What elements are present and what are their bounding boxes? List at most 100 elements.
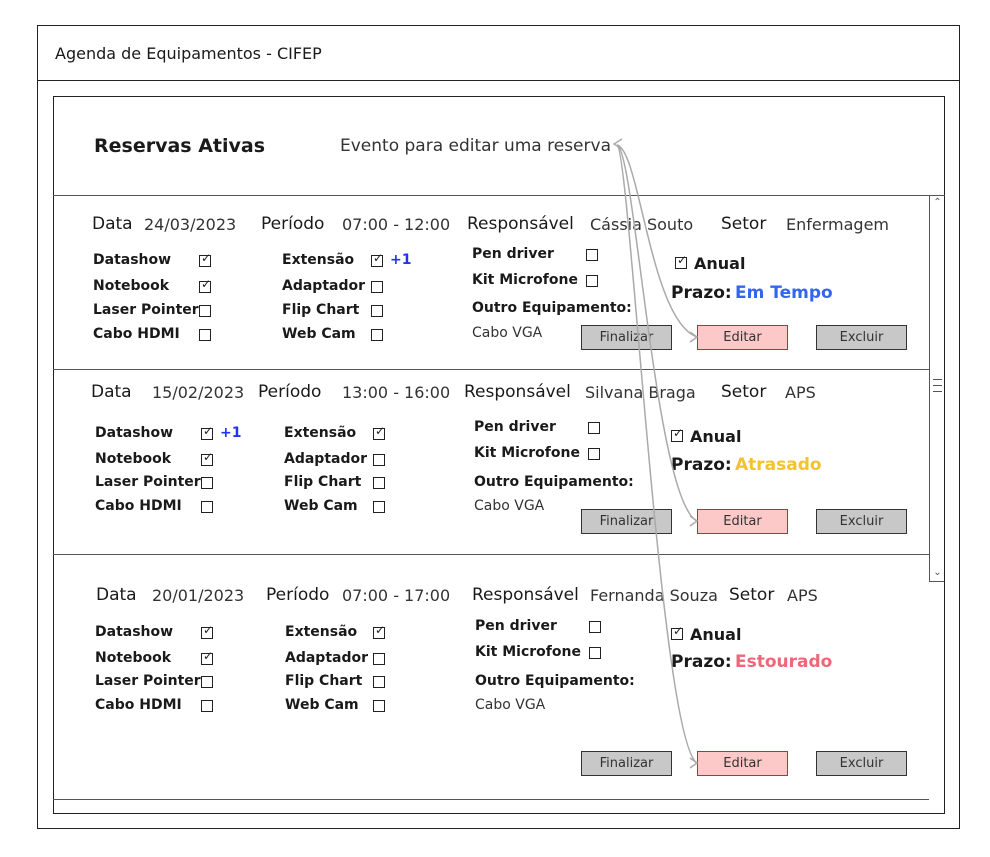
editar-button[interactable]: Editar xyxy=(697,751,788,776)
other-equipment-value: Cabo VGA xyxy=(474,498,545,514)
plus-one-badge: +1 xyxy=(220,425,242,441)
equipment-label-notebook: Notebook xyxy=(95,650,172,666)
responsavel-label: Responsável xyxy=(464,382,571,402)
prazo-label: Prazo: xyxy=(671,283,732,303)
periodo-label: Período xyxy=(266,585,330,605)
checkbox-pen-driver[interactable] xyxy=(589,621,601,633)
checkbox-extensao[interactable] xyxy=(373,623,385,639)
reservation-date: 24/03/2023 xyxy=(144,215,237,234)
equipment-label-extensao: Extensão xyxy=(284,425,357,441)
editar-button[interactable]: Editar xyxy=(697,509,788,534)
excluir-button[interactable]: Excluir xyxy=(816,509,907,534)
checkbox-kit-microfone[interactable] xyxy=(586,275,598,287)
setor-label: Setor xyxy=(729,585,775,605)
checkbox-datashow[interactable] xyxy=(201,424,213,440)
other-equipment-value: Cabo VGA xyxy=(472,325,543,341)
checkbox-flip-chart[interactable] xyxy=(373,676,385,688)
checkbox-web-cam[interactable] xyxy=(371,329,383,341)
vertical-scrollbar[interactable]: ⌃ ⌄ xyxy=(929,196,944,582)
reservation-date: 15/02/2023 xyxy=(152,383,245,402)
scroll-grip-line xyxy=(933,391,942,392)
scroll-grip-line xyxy=(933,379,942,380)
checkbox-extensao[interactable] xyxy=(373,424,385,440)
equipment-label-extensao: Extensão xyxy=(285,624,358,640)
checkbox-flip-chart[interactable] xyxy=(373,477,385,489)
checkbox-laser-pointer[interactable] xyxy=(199,305,211,317)
checkbox-datashow[interactable] xyxy=(199,251,211,267)
finalizar-button[interactable]: Finalizar xyxy=(581,751,672,776)
title-separator xyxy=(37,80,960,81)
equipment-label-datashow: Datashow xyxy=(95,425,174,441)
checkbox-pen-driver[interactable] xyxy=(586,249,598,261)
reservation-responsible: Silvana Braga xyxy=(585,383,696,402)
checkbox-cabo-hdmi[interactable] xyxy=(201,501,213,513)
checkbox-adaptador[interactable] xyxy=(371,281,383,293)
checkbox-laser-pointer[interactable] xyxy=(201,477,213,489)
equipment-label-laser-pointer: Laser Pointer xyxy=(95,474,201,490)
checkbox-pen-driver[interactable] xyxy=(588,422,600,434)
checkbox-kit-microfone[interactable] xyxy=(588,448,600,460)
checkbox-adaptador[interactable] xyxy=(373,653,385,665)
prazo-label: Prazo: xyxy=(671,455,732,475)
anual-checkbox[interactable] xyxy=(671,624,683,640)
equipment-label-adaptador: Adaptador xyxy=(285,650,369,666)
reservation-responsible: Cássia Souto xyxy=(590,215,694,234)
equipment-label-extensao: Extensão xyxy=(282,252,355,268)
editar-button[interactable]: Editar xyxy=(697,325,788,350)
equipment-label-pen-driver: Pen driver xyxy=(474,419,556,435)
excluir-button[interactable]: Excluir xyxy=(816,325,907,350)
outro-equipamento-label: Outro Equipamento: xyxy=(475,673,635,689)
equipment-label-notebook: Notebook xyxy=(95,451,172,467)
excluir-button[interactable]: Excluir xyxy=(816,751,907,776)
equipment-label-flip-chart: Flip Chart xyxy=(285,673,363,689)
checkbox-notebook[interactable] xyxy=(199,277,211,293)
equipment-label-laser-pointer: Laser Pointer xyxy=(95,673,201,689)
setor-label: Setor xyxy=(721,382,767,402)
checkbox-extensao[interactable] xyxy=(371,251,383,267)
responsavel-label: Responsável xyxy=(467,214,574,234)
checkbox-flip-chart[interactable] xyxy=(371,305,383,317)
reservation-sector: APS xyxy=(787,586,818,605)
responsavel-label: Responsável xyxy=(472,585,579,605)
equipment-label-cabo-hdmi: Cabo HDMI xyxy=(95,498,182,514)
equipment-label-web-cam: Web Cam xyxy=(285,697,359,713)
checkbox-notebook[interactable] xyxy=(201,649,213,665)
reservation-date: 20/01/2023 xyxy=(152,586,245,605)
equipment-label-kit-microfone: Kit Microfone xyxy=(475,644,581,660)
equipment-label-kit-microfone: Kit Microfone xyxy=(474,445,580,461)
checkbox-kit-microfone[interactable] xyxy=(589,647,601,659)
equipment-label-flip-chart: Flip Chart xyxy=(282,302,360,318)
finalizar-button[interactable]: Finalizar xyxy=(581,509,672,534)
checkbox-web-cam[interactable] xyxy=(373,700,385,712)
app-title: Agenda de Equipamentos - CIFEP xyxy=(55,44,322,63)
deadline-status: Estourado xyxy=(735,652,833,672)
deadline-status: Em Tempo xyxy=(735,283,833,303)
anual-label: Anual xyxy=(690,625,742,644)
checkbox-adaptador[interactable] xyxy=(373,454,385,466)
reservation-separator xyxy=(53,554,929,555)
finalizar-button[interactable]: Finalizar xyxy=(581,325,672,350)
anual-checkbox[interactable] xyxy=(671,426,683,442)
periodo-label: Período xyxy=(261,214,325,234)
anual-label: Anual xyxy=(690,427,742,446)
reservation-responsible: Fernanda Souza xyxy=(590,586,718,605)
reservation-period: 07:00 - 17:00 xyxy=(342,586,451,605)
scroll-grip-line xyxy=(933,385,942,386)
checkbox-laser-pointer[interactable] xyxy=(201,676,213,688)
anual-checkbox[interactable] xyxy=(675,253,687,269)
scroll-down-icon[interactable]: ⌄ xyxy=(932,568,943,578)
checkbox-web-cam[interactable] xyxy=(373,501,385,513)
checkbox-cabo-hdmi[interactable] xyxy=(201,700,213,712)
outro-equipamento-label: Outro Equipamento: xyxy=(472,300,632,316)
scroll-up-icon[interactable]: ⌃ xyxy=(932,198,943,208)
other-equipment-value: Cabo VGA xyxy=(475,697,546,713)
checkbox-datashow[interactable] xyxy=(201,623,213,639)
reservation-period: 07:00 - 12:00 xyxy=(342,215,451,234)
header-separator xyxy=(53,195,945,196)
data-label: Data xyxy=(91,382,132,402)
outro-equipamento-label: Outro Equipamento: xyxy=(474,474,634,490)
checkbox-notebook[interactable] xyxy=(201,450,213,466)
checkbox-cabo-hdmi[interactable] xyxy=(199,329,211,341)
equipment-label-kit-microfone: Kit Microfone xyxy=(472,272,578,288)
data-label: Data xyxy=(92,214,133,234)
